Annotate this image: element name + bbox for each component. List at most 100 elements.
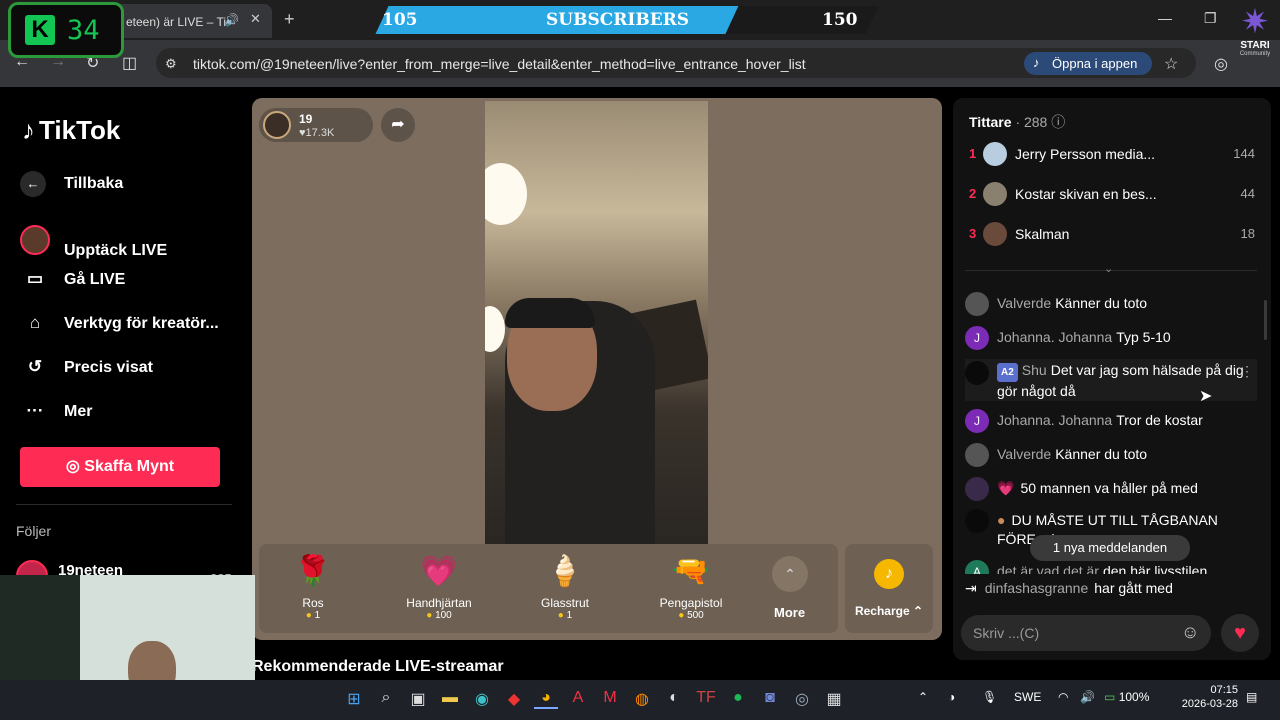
gift-hand-hearts[interactable]: 💗 Handhjärtan ● 100	[389, 552, 489, 621]
app-tray-icon[interactable]: ◑	[948, 690, 955, 704]
back-link[interactable]: ← Tillbaka	[20, 171, 123, 197]
viewer-score: 44	[1240, 186, 1255, 201]
gift-ice-cream[interactable]: 🍦 Glasstrut ● 1	[515, 552, 615, 621]
host-likes-value: 17.3K	[305, 127, 335, 139]
tiktok-coin-icon: ♪	[874, 559, 904, 589]
chevron-up-icon[interactable]: ⌃	[918, 690, 928, 704]
profile-icon[interactable]: ◎	[1214, 54, 1228, 74]
top-viewer[interactable]: 1 Jerry Persson media... 144	[965, 140, 1261, 168]
join-notice: ⇥ dinfashasgranne har gått med	[965, 580, 1173, 597]
discord-icon[interactable]: ◙	[758, 689, 782, 707]
steam-icon[interactable]: ◎	[790, 689, 814, 709]
live-stream-video[interactable]	[485, 101, 708, 544]
mcafee-icon[interactable]: M	[598, 689, 622, 707]
new-tab-icon[interactable]: +	[284, 9, 295, 30]
top-viewer[interactable]: 2 Kostar skivan en bes... 44	[965, 180, 1261, 208]
viewer-score: 18	[1240, 226, 1255, 241]
chat-scrollbar[interactable]	[1264, 300, 1267, 340]
host-info[interactable]: 19 ♥17.3K	[259, 108, 373, 142]
sidebar-item-more[interactable]: ··· Mer	[20, 401, 93, 421]
tiktok-logo[interactable]: ♪ TikTok	[22, 115, 120, 146]
arrow-left-icon: ←	[20, 171, 46, 197]
chat-message[interactable]: A2 Shu Det var jag som hälsade på dig gör …	[965, 359, 1257, 401]
gift-name: Glasstrut	[540, 596, 589, 610]
gift-money-gun[interactable]: 🔫 Pengapistol ● 500	[641, 552, 741, 621]
top-viewer[interactable]: 3 Skalman 18	[965, 220, 1261, 248]
sidebar-item-creator-tools[interactable]: ⌂ Verktyg för kreatör...	[20, 313, 219, 333]
video-camera-icon: ▭	[26, 269, 44, 288]
sub-goal: 150	[822, 10, 858, 30]
streamer-cap	[505, 298, 595, 328]
recommended-title: Rekommenderade LIVE-streamar	[252, 658, 504, 675]
chat-username: Valverde	[997, 295, 1052, 311]
task-view-icon[interactable]: ▣	[406, 689, 430, 709]
chat-message[interactable]: A det är vad det är den här livsstilen	[965, 560, 1257, 574]
avatar	[965, 292, 989, 316]
gift-price-value: 1	[566, 610, 573, 621]
more-gifts-button[interactable]: ⌃	[772, 556, 808, 592]
edge-icon[interactable]: ◉	[470, 689, 494, 709]
minimize-icon[interactable]: —	[1158, 10, 1172, 26]
windows-start-icon[interactable]: ⊞	[342, 689, 366, 709]
obs-icon[interactable]: ◐	[662, 689, 686, 707]
more-icon: ···	[26, 401, 44, 420]
system-clock[interactable]: 07:15 2026-03-28	[1168, 683, 1238, 711]
calculator-icon[interactable]: ▦	[822, 689, 846, 709]
subscriber-goal-bar: 105 SUBSCRIBERS 150	[362, 6, 882, 34]
gift-name: Handhjärtan	[406, 596, 472, 610]
file-explorer-icon[interactable]: ▬	[438, 689, 462, 707]
more-gifts-label[interactable]: More	[774, 605, 805, 620]
speaker-icon[interactable]: 🔊	[224, 13, 239, 27]
recharge-button[interactable]: ♪ Recharge ⌃	[845, 544, 933, 633]
more-options-icon[interactable]: ⋮	[1240, 363, 1254, 380]
avatar	[983, 142, 1007, 166]
viewers-title: Tittare · 288 ⓘ	[969, 114, 1066, 130]
sidebar-item-history[interactable]: ↺ Precis visat	[20, 357, 153, 377]
viewer-rank: 3	[969, 226, 977, 241]
maximize-icon[interactable]: ❐	[1204, 10, 1217, 27]
sidebar-item-discover-live[interactable]: Upptäck LIVE	[20, 225, 167, 260]
volume-icon[interactable]: 🔊	[1080, 690, 1095, 704]
chat-input[interactable]	[973, 623, 1173, 643]
url-text[interactable]: tiktok.com/@19neteen/live?enter_from_mer…	[193, 56, 806, 72]
chrome-icon[interactable]: ◕	[534, 689, 558, 709]
chat-username: Johanna. Johanna	[997, 412, 1113, 428]
app-icon[interactable]: ◆	[502, 689, 526, 709]
tf-app-icon[interactable]: TF	[694, 689, 718, 707]
avatar	[983, 182, 1007, 206]
app-icon[interactable]: ◍	[630, 689, 654, 709]
battery-indicator[interactable]: ▭ 100%	[1104, 690, 1149, 704]
language-indicator[interactable]: SWE	[1014, 690, 1041, 704]
share-button[interactable]: ➦	[381, 108, 415, 142]
chat-text: 50 mannen va håller på med	[1020, 480, 1198, 496]
acrobat-icon[interactable]: A	[566, 689, 590, 707]
spotify-icon[interactable]: ●	[726, 689, 750, 707]
wifi-icon[interactable]: ◠	[1058, 690, 1068, 704]
site-info-icon[interactable]: ⚙	[165, 56, 177, 72]
sidepanel-icon[interactable]: ◫	[122, 53, 137, 73]
bookmark-star-icon[interactable]: ☆	[1164, 54, 1178, 74]
notification-icon[interactable]: ▤	[1246, 690, 1257, 704]
coin-icon: ●	[678, 610, 688, 621]
live-avatar-icon	[20, 225, 50, 255]
counter-value: 34	[67, 15, 100, 46]
help-icon[interactable]: ⓘ	[1051, 114, 1065, 130]
emoji-icon[interactable]: ☺	[1181, 622, 1199, 643]
like-button[interactable]: ♥	[1221, 614, 1259, 652]
share-arrow-icon: ➦	[391, 116, 405, 133]
new-messages-pill[interactable]: 1 nya meddelanden	[1030, 535, 1190, 561]
search-icon[interactable]: ⌕	[374, 689, 398, 707]
viewer-rank: 2	[969, 186, 977, 201]
open-in-app-button[interactable]: ♪ Öppna i appen	[1024, 52, 1152, 75]
gift-rose[interactable]: 🌹 Ros ● 1	[263, 552, 363, 621]
microphone-icon[interactable]: 🎙	[982, 690, 997, 704]
chevron-down-icon[interactable]: ⌄	[1104, 262, 1113, 275]
browser-tab[interactable]: eteen) är LIVE – Ti	[112, 4, 272, 38]
rose-icon: 🌹	[294, 555, 332, 588]
get-coins-button[interactable]: ◎ Skaffa Mynt	[20, 447, 220, 487]
close-icon[interactable]: ✕	[250, 11, 261, 27]
heart-emoji-icon: 💗	[997, 480, 1015, 496]
ceiling-light	[485, 306, 505, 352]
viewer-score: 144	[1233, 146, 1255, 161]
sidebar-item-go-live[interactable]: ▭ Gå LIVE	[20, 269, 125, 289]
